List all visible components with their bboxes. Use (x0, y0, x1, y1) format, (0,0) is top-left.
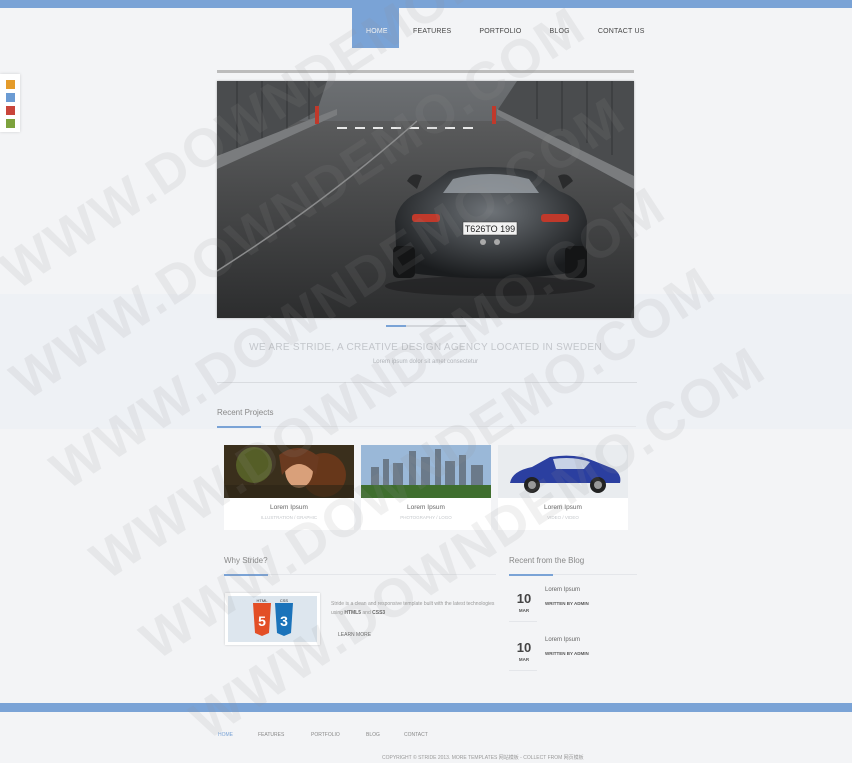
color-swatch-orange[interactable] (6, 80, 15, 89)
color-swatch-green[interactable] (6, 119, 15, 128)
css-badge-label: CSS (280, 598, 289, 603)
blog-post-day: 10 (516, 640, 532, 655)
footer-nav-features[interactable]: FEATURES (258, 732, 311, 738)
color-swatch-blue[interactable] (6, 93, 15, 102)
svg-text:3: 3 (280, 613, 288, 629)
blog-post-month: MAR (518, 608, 530, 613)
blog-separator (509, 670, 537, 671)
footer-nav: HOME FEATURES PORTFOLIO BLOG CONTACT (218, 732, 444, 738)
section-rule (553, 574, 637, 575)
blog-post-author: WRITTEN BY ADMIN (545, 601, 589, 606)
slider-dot-active[interactable] (386, 325, 406, 327)
color-swatch-red[interactable] (6, 106, 15, 115)
nav-contact[interactable]: CONTACT US (584, 8, 659, 48)
footer-accent-bar (0, 703, 852, 712)
svg-text:5: 5 (258, 613, 266, 629)
footer-nav-blog[interactable]: BLOG (366, 732, 404, 738)
blog-post-title[interactable]: Lorem Ipsum (545, 587, 580, 593)
blog-separator (509, 621, 537, 622)
blog-post-day: 10 (516, 591, 532, 606)
blog-post-month: MAR (518, 657, 530, 662)
blog-title: Recent from the Blog (509, 556, 585, 565)
footer-nav-portfolio[interactable]: PORTFOLIO (311, 732, 366, 738)
blog-post-author: WRITTEN BY ADMIN (545, 651, 589, 656)
section-underline (509, 574, 553, 576)
copyright-text: COPYRIGHT © STRIDE 2013. MORE TEMPLATES … (382, 755, 584, 761)
recent-projects-title: Recent Projects (217, 408, 274, 417)
color-switcher (0, 74, 20, 132)
footer-nav-contact[interactable]: CONTACT (404, 732, 444, 738)
blog-post-title[interactable]: Lorem Ipsum (545, 637, 580, 643)
